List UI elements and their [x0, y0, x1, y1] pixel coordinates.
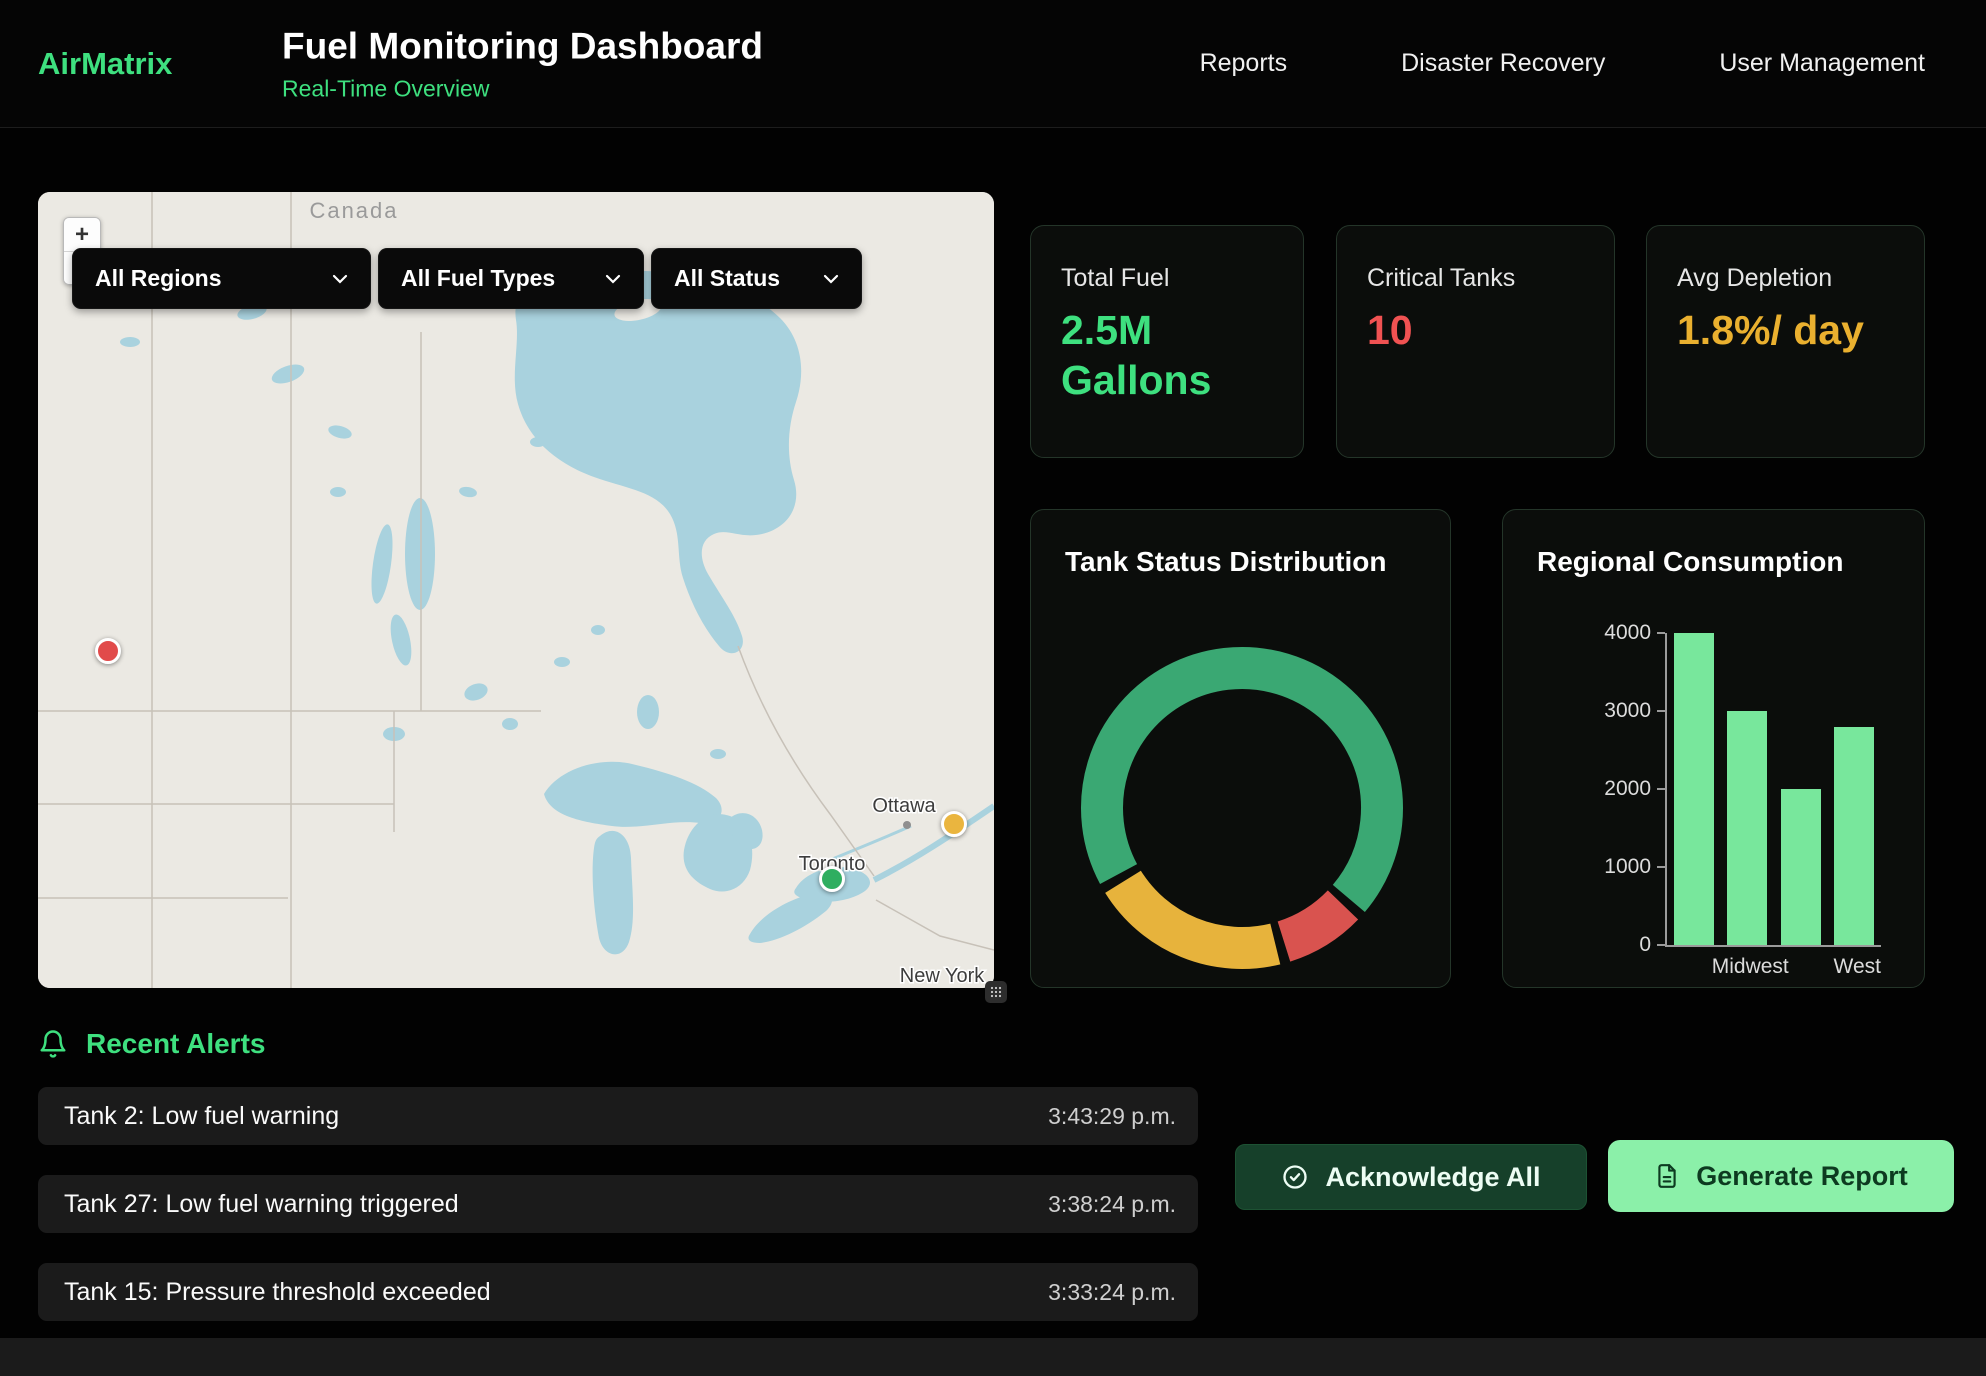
stat-label: Avg Depletion [1677, 264, 1894, 293]
status-filter-label: All Status [674, 265, 780, 292]
app-header: AirMatrix Fuel Monitoring Dashboard Real… [0, 0, 1986, 128]
regional-consumption-chart-card: Regional Consumption MidwestWest 0100020… [1502, 509, 1925, 988]
recent-alerts-title: Recent Alerts [86, 1028, 265, 1060]
nav-user-management[interactable]: User Management [1719, 49, 1925, 78]
chevron-down-icon [823, 274, 839, 284]
recent-alerts-header: Recent Alerts [38, 1028, 265, 1060]
stat-label: Critical Tanks [1367, 264, 1584, 293]
x-axis-tick-label: West [1834, 955, 1881, 979]
acknowledge-all-button[interactable]: Acknowledge All [1235, 1144, 1587, 1210]
file-report-icon [1654, 1163, 1680, 1189]
donut-segment-red [1072, 638, 1412, 978]
stat-card-total-fuel: Total Fuel 2.5M Gallons [1030, 225, 1304, 458]
y-axis-tick-mark [1657, 632, 1665, 634]
alert-timestamp: 3:33:24 p.m. [1048, 1279, 1176, 1306]
alert-list-item[interactable]: Tank 27: Low fuel warning triggered 3:38… [38, 1175, 1198, 1233]
bar-0 [1674, 633, 1714, 945]
stat-value: 10 [1367, 305, 1584, 355]
y-axis-tick-label: 3000 [1561, 699, 1651, 723]
fuel-map[interactable]: Canada Ottawa Toronto New York + − All R… [38, 192, 994, 988]
chart-title: Tank Status Distribution [1031, 510, 1450, 578]
generate-report-label: Generate Report [1696, 1161, 1908, 1192]
chevron-down-icon [332, 274, 348, 284]
bell-icon [38, 1029, 68, 1059]
x-axis-tick-label [1789, 955, 1834, 979]
stat-label: Total Fuel [1061, 264, 1273, 293]
fuel-dashboard-page: AirMatrix Fuel Monitoring Dashboard Real… [0, 0, 1986, 1376]
map-resize-handle[interactable] [985, 981, 1007, 1003]
y-axis-tick-label: 2000 [1561, 777, 1651, 801]
y-axis-tick-label: 0 [1561, 933, 1651, 957]
y-axis-tick-mark [1657, 710, 1665, 712]
alert-message: Tank 27: Low fuel warning triggered [64, 1190, 459, 1219]
main-nav: Reports Disaster Recovery User Managemen… [1200, 0, 1925, 127]
alert-timestamp: 3:43:29 p.m. [1048, 1103, 1176, 1130]
y-axis-tick-label: 1000 [1561, 855, 1651, 879]
alert-list-item[interactable]: Tank 2: Low fuel warning 3:43:29 p.m. [38, 1087, 1198, 1145]
page-title: Fuel Monitoring Dashboard [282, 25, 763, 67]
map-filters: All Regions All Fuel Types All Status [72, 248, 862, 309]
regional-consumption-bar-chart: MidwestWest 01000200030004000 [1665, 633, 1881, 947]
stat-card-critical-tanks: Critical Tanks 10 [1336, 225, 1615, 458]
status-filter-dropdown[interactable]: All Status [651, 248, 862, 309]
stat-card-avg-depletion: Avg Depletion 1.8%/ day [1646, 225, 1925, 458]
footer-bar [0, 1338, 1986, 1376]
check-circle-icon [1281, 1163, 1309, 1191]
acknowledge-all-label: Acknowledge All [1325, 1162, 1540, 1193]
alert-timestamp: 3:38:24 p.m. [1048, 1191, 1176, 1218]
y-axis-tick-mark [1657, 944, 1665, 946]
bar-2 [1781, 789, 1821, 945]
fuel-type-filter-label: All Fuel Types [401, 265, 555, 292]
map-marker-green[interactable] [819, 866, 845, 892]
nav-reports[interactable]: Reports [1200, 49, 1288, 78]
x-axis-labels: Midwest West [1667, 955, 1881, 979]
chevron-down-icon [605, 274, 621, 284]
y-axis-tick-mark [1657, 866, 1665, 868]
stat-value: 2.5M Gallons [1061, 305, 1273, 405]
x-axis-tick-label: Midwest [1712, 955, 1789, 979]
bars-area [1667, 633, 1881, 945]
y-axis-tick-label: 4000 [1561, 621, 1651, 645]
donut-segment-yellow [1073, 639, 1412, 978]
donut-segment-green [1072, 638, 1412, 978]
page-title-block: Fuel Monitoring Dashboard Real-Time Over… [282, 25, 763, 102]
nav-disaster-recovery[interactable]: Disaster Recovery [1401, 49, 1605, 78]
x-axis-tick-label [1667, 955, 1712, 979]
stat-value: 1.8%/ day [1677, 305, 1894, 355]
map-markers-layer [38, 192, 994, 988]
page-subtitle: Real-Time Overview [282, 75, 763, 102]
alert-message: Tank 2: Low fuel warning [64, 1102, 339, 1131]
map-marker-yellow[interactable] [941, 811, 967, 837]
alert-message: Tank 15: Pressure threshold exceeded [64, 1278, 491, 1307]
y-axis-tick-mark [1657, 788, 1665, 790]
alerts-list: Tank 2: Low fuel warning 3:43:29 p.m. Ta… [38, 1087, 1198, 1351]
tank-status-chart-card: Tank Status Distribution [1030, 509, 1451, 988]
map-marker-red[interactable] [95, 638, 121, 664]
alert-list-item[interactable]: Tank 15: Pressure threshold exceeded 3:3… [38, 1263, 1198, 1321]
bar-1 [1727, 711, 1767, 945]
tank-status-donut-chart [1072, 638, 1412, 978]
grip-dots-icon [990, 986, 1002, 998]
brand-logo: AirMatrix [38, 46, 172, 82]
region-filter-dropdown[interactable]: All Regions [72, 248, 371, 309]
region-filter-label: All Regions [95, 265, 222, 292]
fuel-type-filter-dropdown[interactable]: All Fuel Types [378, 248, 644, 309]
chart-title: Regional Consumption [1503, 510, 1924, 578]
bar-3 [1834, 727, 1874, 945]
generate-report-button[interactable]: Generate Report [1608, 1140, 1954, 1212]
